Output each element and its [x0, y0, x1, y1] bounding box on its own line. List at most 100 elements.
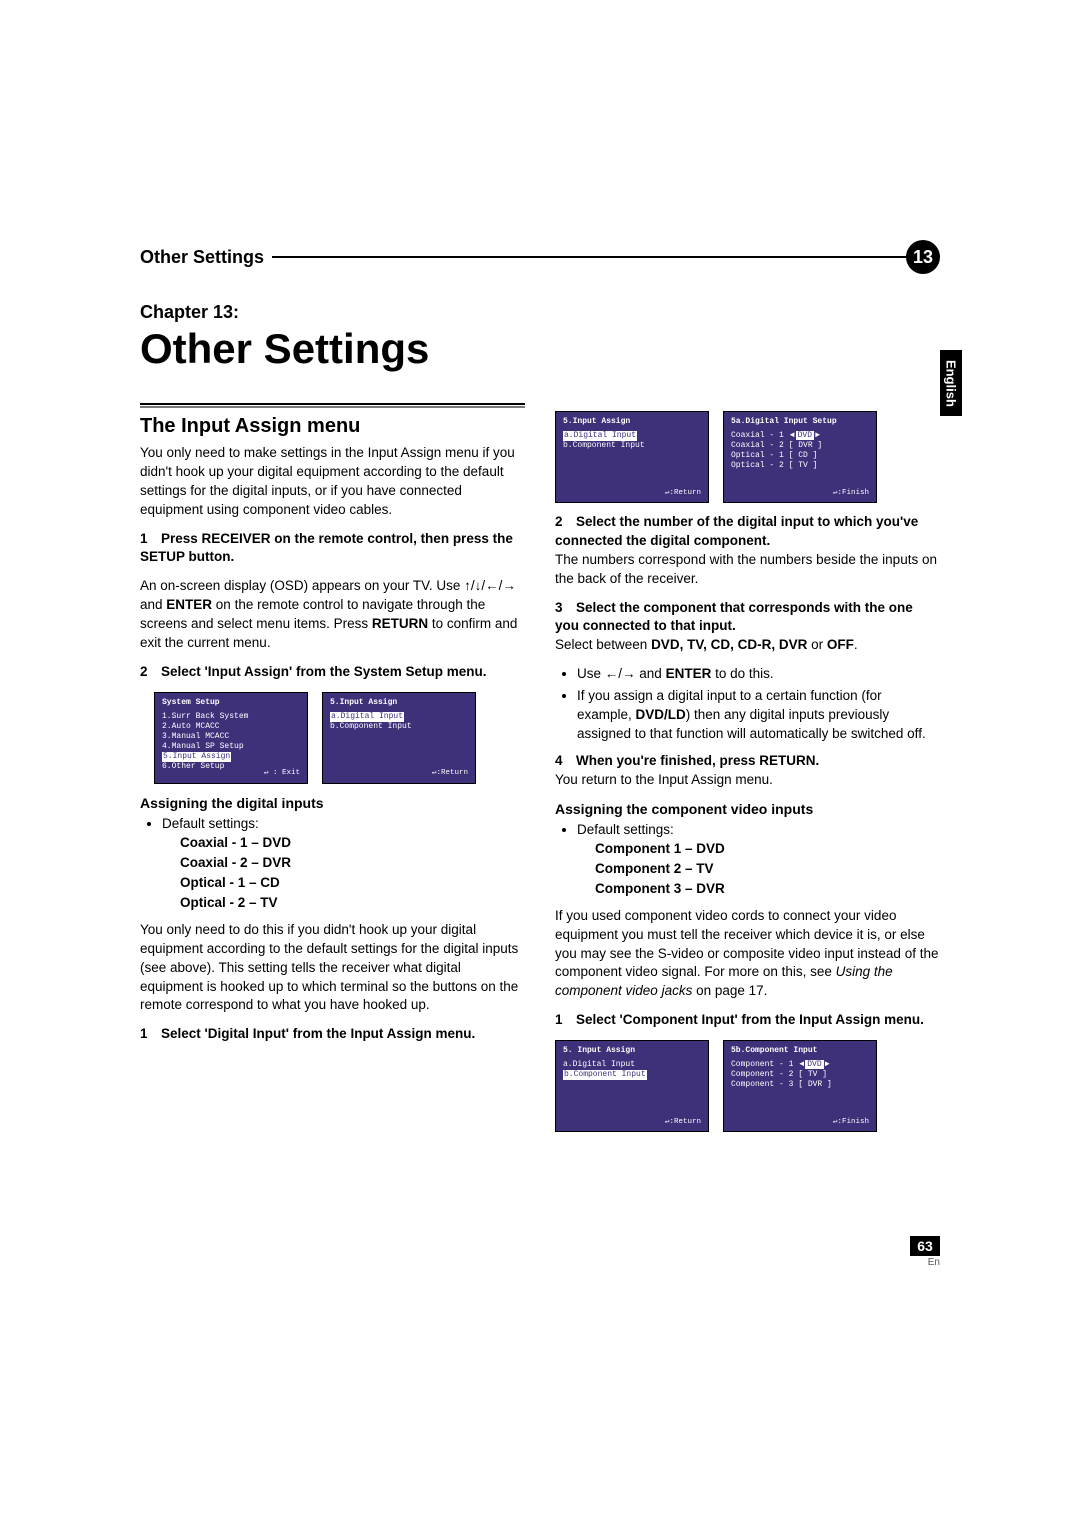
list-item: Default settings: Component 1 – DVD Comp… [577, 821, 940, 899]
osd-line-selected: 5.Input Assign [162, 752, 231, 762]
page-footer: 63 En [910, 1236, 940, 1268]
osd-key: Coaxial - 2 [731, 441, 784, 450]
arrow-icons: ↑/↓/←/→ [464, 578, 516, 593]
osd-key: Component - 3 [731, 1080, 793, 1089]
digital-paragraph: You only need to do this if you didn't h… [140, 921, 525, 1015]
osd-line: b.Component Input [330, 722, 468, 732]
dvd-ld-label: DVD/LD [636, 707, 686, 722]
osd-line-selected: b.Component Input [563, 1070, 647, 1080]
osd-title: System Setup [162, 698, 300, 708]
osd-line: 3.Manual MCACC [162, 732, 300, 742]
text: . [854, 637, 858, 652]
text: or [807, 637, 827, 652]
step-2: 2 Select 'Input Assign' from the System … [140, 663, 525, 682]
osd-input-assign: 5. Input Assign a.Digital Input b.Compon… [555, 1040, 709, 1132]
step-3-right: 3 Select the component that corresponds … [555, 599, 940, 637]
osd-val-selected: DVD [805, 1060, 823, 1069]
text: Select between [555, 637, 651, 652]
step-1: 1 Press RECEIVER on the remote control, … [140, 530, 525, 568]
osd-title: 5b.Component Input [731, 1046, 869, 1056]
osd-key: Component - 1 [731, 1060, 793, 1069]
osd-row-3: 5. Input Assign a.Digital Input b.Compon… [555, 1040, 940, 1132]
step-2-right: 2 Select the number of the digital input… [555, 513, 940, 551]
osd-key: Component - 2 [731, 1070, 793, 1079]
text: Use [577, 666, 605, 681]
osd-title: 5a.Digital Input Setup [731, 417, 869, 427]
subheading-digital: Assigning the digital inputs [140, 794, 525, 814]
default-label: Default settings: [577, 822, 674, 837]
osd-val: DVR [798, 441, 812, 450]
page-language: En [910, 1257, 940, 1268]
enter-label: ENTER [166, 597, 212, 612]
list-item: Default settings: Coaxial - 1 – DVD Coax… [162, 815, 525, 912]
text: and [636, 666, 666, 681]
osd-footer: ↵:Finish [833, 1118, 869, 1127]
section-rule [140, 403, 525, 408]
osd-val: TV [798, 461, 808, 470]
return-label: RETURN [372, 616, 428, 631]
default-value: Component 1 – DVD [595, 840, 940, 859]
default-value: Optical - 2 – TV [180, 894, 525, 913]
component-paragraph: If you used component video cords to con… [555, 907, 940, 1001]
enter-label: ENTER [666, 666, 712, 681]
text: on page 17. [692, 983, 767, 998]
osd-input-assign: 5.Input Assign a.Digital Input b.Compone… [555, 411, 709, 503]
arrow-icons: ←/→ [605, 666, 636, 681]
osd-footer: ↵:Return [665, 489, 701, 498]
osd-row-2: 5.Input Assign a.Digital Input b.Compone… [555, 411, 940, 503]
text: An on-screen display (OSD) appears on yo… [140, 578, 464, 593]
default-value: Optical - 1 – CD [180, 874, 525, 893]
step-1-digital: 1 Select 'Digital Input' from the Input … [140, 1025, 525, 1044]
osd-title: 5.Input Assign [330, 698, 468, 708]
content-columns: The Input Assign menu You only need to m… [140, 403, 940, 1142]
off-label: OFF [827, 637, 854, 652]
osd-system-setup: System Setup 1.Surr Back System 2.Auto M… [154, 692, 308, 784]
osd-line: a.Digital Input [563, 1060, 701, 1070]
osd-line: 4.Manual SP Setup [162, 742, 300, 752]
osd-row-1: System Setup 1.Surr Back System 2.Auto M… [154, 692, 525, 784]
text: and [140, 597, 166, 612]
step-4-body: You return to the Input Assign menu. [555, 771, 940, 790]
osd-line: b.Component Input [563, 441, 701, 451]
osd-line: 2.Auto MCACC [162, 722, 300, 732]
step-2-body: The numbers correspond with the numbers … [555, 551, 940, 589]
osd-line-selected: a.Digital Input [330, 712, 404, 722]
step-1-component: 1 Select 'Component Input' from the Inpu… [555, 1011, 940, 1030]
list-item: If you assign a digital input to a certa… [577, 687, 940, 744]
osd-digital-input-setup: 5a.Digital Input Setup Coaxial - 1 ◄DVD►… [723, 411, 877, 503]
osd-line: 1.Surr Back System [162, 712, 300, 722]
chapter-title: Other Settings [140, 325, 940, 373]
page-number: 63 [910, 1236, 940, 1256]
section-header: Other Settings 13 [140, 240, 940, 274]
osd-footer: ↵:Finish [833, 489, 869, 498]
default-value: Coaxial - 2 – DVR [180, 854, 525, 873]
intro-paragraph: You only need to make settings in the In… [140, 444, 525, 520]
osd-title: 5.Input Assign [563, 417, 701, 427]
osd-footer: ↵:Return [432, 769, 468, 778]
subheading-component: Assigning the component video inputs [555, 800, 940, 820]
osd-val-selected: DVD [796, 431, 814, 440]
osd-key: Optical - 2 [731, 461, 784, 470]
default-label: Default settings: [162, 816, 259, 831]
osd-footer: ↵:Return [665, 1118, 701, 1127]
section-title: The Input Assign menu [140, 412, 525, 440]
section-header-label: Other Settings [140, 247, 272, 268]
osd-line-selected: a.Digital Input [563, 431, 637, 441]
osd-val: TV [808, 1070, 818, 1079]
default-value: Component 3 – DVR [595, 880, 940, 899]
options-list: DVD, TV, CD, CD-R, DVR [651, 637, 807, 652]
right-column: 5.Input Assign a.Digital Input b.Compone… [555, 403, 940, 1142]
step-3-body: Select between DVD, TV, CD, CD-R, DVR or… [555, 636, 940, 655]
step-4-right: 4 When you're finished, press RETURN. [555, 752, 940, 771]
list-item: Use ←/→ and ENTER to do this. [577, 665, 940, 684]
osd-component-input: 5b.Component Input Component - 1 ◄DVD► C… [723, 1040, 877, 1132]
header-rule [272, 256, 908, 258]
osd-title: 5. Input Assign [563, 1046, 701, 1056]
osd-key: Coaxial - 1 [731, 431, 784, 440]
default-value: Component 2 – TV [595, 860, 940, 879]
language-tab: English [940, 350, 962, 416]
osd-val: DVR [808, 1080, 822, 1089]
osd-input-assign: 5.Input Assign a.Digital Input b.Compone… [322, 692, 476, 784]
left-column: The Input Assign menu You only need to m… [140, 403, 525, 1142]
bullet-list: Use ←/→ and ENTER to do this. If you ass… [555, 665, 940, 744]
